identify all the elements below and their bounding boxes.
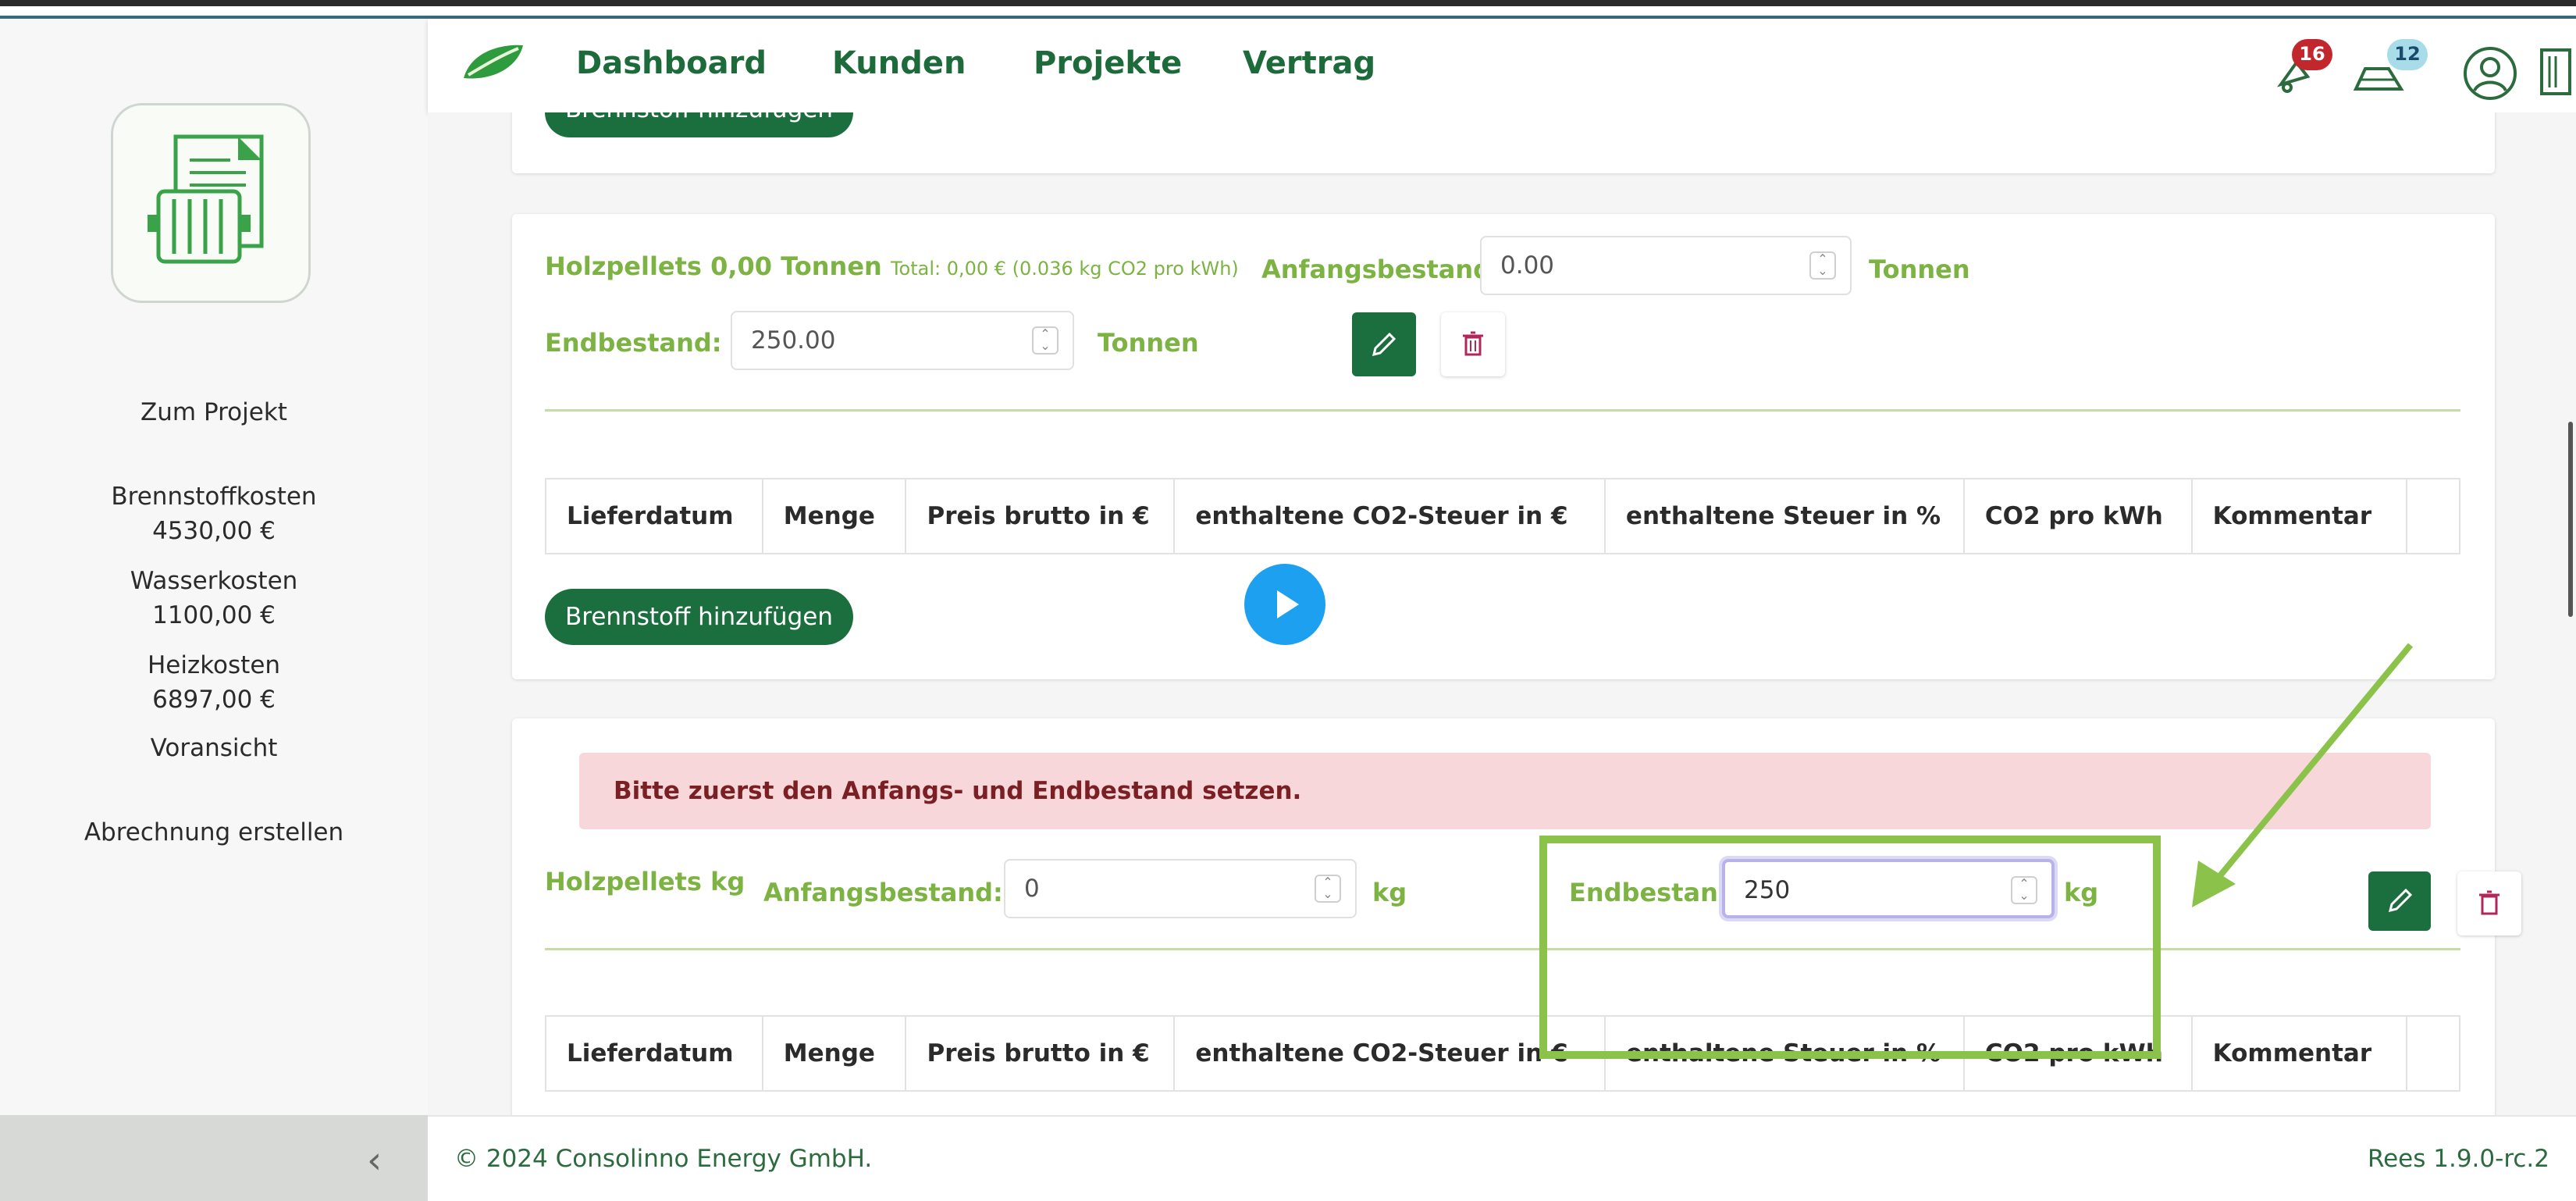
fuel-costs-value: 4530,00 €	[152, 517, 276, 545]
heating-costs-label: Heizkosten	[147, 651, 281, 679]
col-menge: Menge	[762, 479, 907, 554]
start-stock-input[interactable]: 0 ⌃ ⌄	[1004, 859, 1357, 918]
highlight-annotation-box	[1539, 836, 2161, 1059]
col-preis: Preis brutto in €	[906, 479, 1176, 554]
col-actions	[2407, 479, 2460, 554]
start-stock-input[interactable]: 0.00 ⌃ ⌄	[1480, 236, 1852, 295]
sidebar-link-project[interactable]: Zum Projekt	[0, 395, 428, 429]
pencil-icon	[1372, 332, 1397, 357]
top-navbar: Dashboard Kunden Projekte Vertrag 16 12	[428, 19, 2576, 112]
spinner-icon[interactable]: ⌃ ⌄	[1315, 875, 1341, 903]
messages-count-badge: 12	[2387, 39, 2428, 70]
col-kommentar: Kommentar	[2191, 479, 2408, 554]
spinner-icon[interactable]: ⌃ ⌄	[1032, 326, 1059, 355]
footer: © 2024 Consolinno Energy GmbH. Rees 1.9.…	[428, 1115, 2576, 1201]
col-lieferdatum: Lieferdatum	[546, 479, 763, 554]
nav-vertrag[interactable]: Vertrag	[1243, 45, 1375, 81]
footer-version: Rees 1.9.0-rc.2	[2367, 1145, 2549, 1173]
trash-icon	[1463, 331, 1483, 356]
browser-top-strip	[0, 0, 2576, 19]
nav-projekte[interactable]: Projekte	[1034, 45, 1182, 81]
fuel-total-subtitle: Total: 0,00 € (0.036 kg CO2 pro kWh)	[890, 258, 1239, 280]
add-fuel-button[interactable]: Brennstoff hinzufügen	[545, 589, 853, 645]
play-icon	[1277, 590, 1299, 618]
col-menge: Menge	[762, 1016, 907, 1091]
brand-logo-icon[interactable]	[461, 42, 526, 83]
sidebar: Zum Projekt Brennstoffkosten 4530,00 € W…	[0, 19, 428, 1115]
col-actions	[2407, 1016, 2460, 1091]
chevron-left-icon[interactable]: ‹	[367, 1139, 382, 1182]
end-stock-input[interactable]: 250.00 ⌃ ⌄	[731, 311, 1074, 370]
fuel-card-holzpellets-tonnen: Holzpellets 0,00 Tonnen Total: 0,00 € (0…	[512, 214, 2495, 679]
divider	[545, 948, 2460, 950]
fuel-title-text: Holzpellets 0,00 Tonnen	[545, 251, 882, 281]
add-fuel-button-top[interactable]: Brennstoff hinzufügen	[545, 112, 853, 137]
col-co2-kwh: CO2 pro kWh	[1963, 479, 2193, 554]
start-stock-label: Anfangsbestand:	[1261, 255, 1501, 284]
fuel-costs-label: Brennstoffkosten	[111, 483, 317, 511]
start-stock-value: 0	[1024, 875, 1040, 903]
start-stock-unit: kg	[1372, 878, 1407, 907]
notification-count-badge: 16	[2292, 39, 2332, 70]
footer-copyright: © 2024 Consolinno Energy GmbH.	[454, 1145, 873, 1173]
col-preis: Preis brutto in €	[906, 1016, 1176, 1091]
col-co2-steuer: enthaltene CO2-Steuer in €	[1174, 479, 1606, 554]
end-stock-label: Endbestand:	[545, 328, 722, 358]
nav-dashboard[interactable]: Dashboard	[576, 45, 767, 81]
col-steuer-prozent: enthaltene Steuer in %	[1604, 479, 1965, 554]
project-heating-icon	[111, 103, 311, 303]
trash-icon	[2479, 890, 2500, 915]
edit-button[interactable]	[1352, 312, 1416, 376]
logout-door-icon[interactable]	[2535, 42, 2576, 105]
start-stock-value: 0.00	[1500, 251, 1555, 280]
page-scrollbar[interactable]	[2568, 422, 2573, 617]
spinner-icon[interactable]: ⌃ ⌄	[1809, 251, 1836, 280]
col-kommentar: Kommentar	[2191, 1016, 2408, 1091]
start-stock-label: Anfangsbestand:	[763, 878, 1003, 907]
divider	[545, 409, 2460, 412]
heating-costs-value: 6897,00 €	[152, 686, 276, 714]
stock-alert: Bitte zuerst den Anfangs- und Endbestand…	[579, 753, 2431, 829]
water-costs-value: 1100,00 €	[152, 601, 276, 629]
user-profile-icon[interactable]	[2460, 44, 2520, 103]
fuel-title: Holzpellets 0,00 Tonnen Total: 0,00 € (0…	[545, 251, 1239, 281]
table-header-row: Lieferdatum Menge Preis brutto in € enth…	[546, 1016, 2460, 1091]
sidebar-collapse-bar[interactable]: ‹	[0, 1115, 428, 1201]
end-stock-value: 250.00	[751, 326, 836, 355]
sidebar-link-create-invoice[interactable]: Abrechnung erstellen	[0, 815, 428, 850]
nav-kunden[interactable]: Kunden	[832, 45, 966, 81]
col-lieferdatum: Lieferdatum	[546, 1016, 763, 1091]
delete-button[interactable]	[2457, 871, 2521, 935]
end-stock-unit: Tonnen	[1098, 328, 1199, 358]
deliveries-table: Lieferdatum Menge Preis brutto in € enth…	[545, 1015, 2460, 1092]
table-header-row: Lieferdatum Menge Preis brutto in € enth…	[546, 479, 2460, 554]
video-play-button[interactable]	[1244, 564, 1325, 645]
water-costs-label: Wasserkosten	[130, 567, 298, 595]
main-content: Brennstoff hinzufügen Holzpellets 0,00 T…	[428, 112, 2576, 1115]
sidebar-link-preview[interactable]: Voransicht	[0, 731, 428, 765]
fuel-title-kg: Holzpellets kg	[545, 867, 745, 896]
previous-fuel-card: Brennstoff hinzufügen	[512, 112, 2495, 173]
annotation-arrow-icon	[2192, 643, 2414, 907]
start-stock-unit: Tonnen	[1869, 255, 1970, 284]
delete-button[interactable]	[1441, 312, 1505, 376]
deliveries-table: Lieferdatum Menge Preis brutto in € enth…	[545, 478, 2460, 554]
